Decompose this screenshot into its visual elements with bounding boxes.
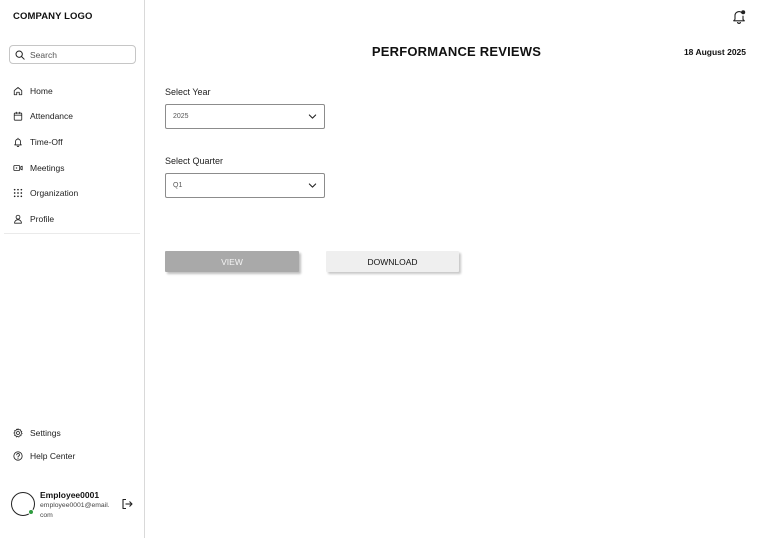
user-card: Employee0001 employee0001@email.com [11, 490, 136, 520]
sidebar-item-home[interactable]: Home [0, 78, 144, 104]
main-content: PERFORMANCE REVIEWS 18 August 2025 Selec… [145, 0, 768, 538]
sidebar-item-label: Time-Off [30, 136, 63, 147]
sidebar-item-attendance[interactable]: Attendance [0, 104, 144, 130]
logout-icon[interactable] [121, 498, 133, 510]
sidebar-item-settings[interactable]: Settings [0, 421, 144, 445]
help-icon [13, 451, 23, 461]
sidebar-item-help-center[interactable]: Help Center [0, 445, 144, 469]
chevron-down-icon [308, 183, 317, 188]
sidebar-item-meetings[interactable]: Meetings [0, 155, 144, 181]
search-icon [15, 50, 25, 60]
year-label: Select Year [165, 87, 211, 97]
user-icon [14, 214, 22, 224]
sidebar-item-organization[interactable]: Organization [0, 180, 144, 206]
search-input[interactable] [30, 49, 130, 60]
download-button[interactable]: DOWNLOAD [326, 251, 459, 272]
online-status-dot [28, 509, 34, 515]
chevron-down-icon [308, 114, 317, 119]
sidebar-item-label: Help Center [30, 451, 76, 462]
page-title: PERFORMANCE REVIEWS [371, 44, 542, 59]
year-select[interactable]: 2025 [165, 104, 325, 129]
search-box[interactable] [9, 45, 136, 64]
sidebar-item-label: Home [30, 85, 53, 96]
quarter-label: Select Quarter [165, 156, 224, 166]
sidebar-item-label: Meetings [30, 162, 65, 173]
sidebar-item-label: Organization [30, 188, 79, 199]
user-email: employee0001@email.com [40, 502, 110, 519]
notification-bell-icon[interactable] [732, 9, 746, 24]
sidebar: COMPANY LOGO Home Attendance Time-Off Me… [0, 0, 145, 538]
company-logo: COMPANY LOGO [13, 11, 93, 22]
sidebar-item-label: Settings [30, 427, 61, 438]
bottom-nav: Settings Help Center [0, 421, 144, 468]
view-button[interactable]: VIEW [165, 251, 299, 272]
calendar-icon [13, 112, 23, 121]
gear-icon [13, 428, 23, 438]
video-icon [13, 164, 23, 171]
sidebar-item-label: Profile [30, 213, 55, 224]
main-nav: Home Attendance Time-Off Meetings Organi… [0, 78, 144, 232]
home-icon [13, 86, 23, 95]
user-name: Employee0001 [40, 490, 100, 500]
grid-icon [13, 189, 23, 198]
quarter-select[interactable]: Q1 [165, 173, 325, 198]
sidebar-item-profile[interactable]: Profile [0, 206, 144, 232]
year-select-value: 2025 [173, 113, 189, 120]
current-date: 18 August 2025 [683, 47, 746, 57]
sidebar-item-time-off[interactable]: Time-Off [0, 129, 144, 155]
quarter-select-value: Q1 [173, 182, 183, 189]
bell-icon [14, 137, 22, 147]
sidebar-divider [4, 233, 140, 234]
sidebar-item-label: Attendance [30, 111, 74, 122]
